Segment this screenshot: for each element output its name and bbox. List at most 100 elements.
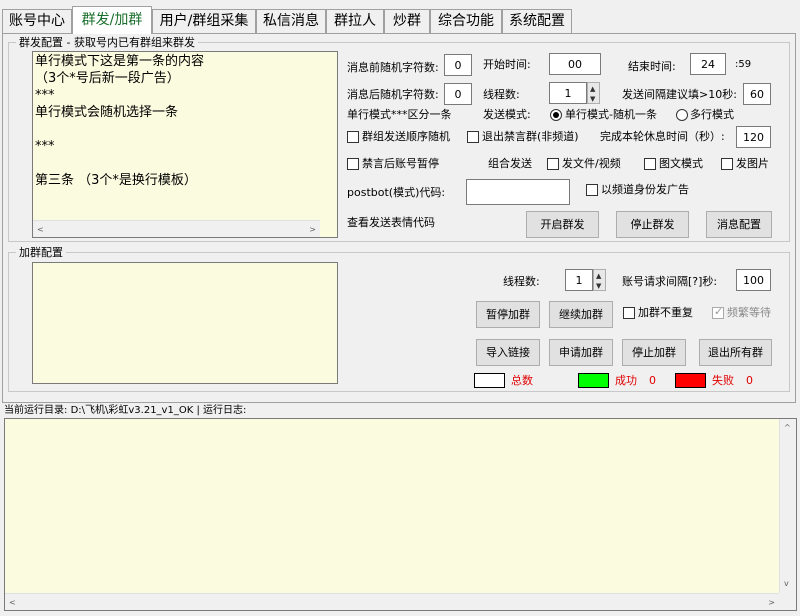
- rest-time-label: 完成本轮休息时间（秒）:: [600, 130, 725, 143]
- no-repeat-label[interactable]: 加群不重复: [638, 306, 693, 320]
- file-video-checkbox[interactable]: [547, 158, 559, 170]
- image-text-checkbox[interactable]: [644, 158, 656, 170]
- no-repeat-checkbox[interactable]: [623, 307, 635, 319]
- file-video-label[interactable]: 发文件/视频: [562, 157, 621, 171]
- scroll-left-icon[interactable]: <: [9, 598, 16, 608]
- channel-identity-checkbox[interactable]: [586, 184, 598, 196]
- scroll-up-icon[interactable]: ^: [784, 423, 791, 433]
- mass-send-content-text: 单行模式下这是第一条的内容 （3个*号后新一段广告） *** 单行模式会随机选择…: [35, 54, 205, 188]
- apply-join-button[interactable]: 申请加群: [549, 339, 613, 366]
- mode-multi-radio[interactable]: [676, 109, 688, 121]
- start-time-label: 开始时间:: [483, 58, 531, 71]
- end-time-suffix: :59: [735, 59, 752, 70]
- tab-mass-send-join[interactable]: 群发/加群: [72, 6, 152, 34]
- mass-send-content-textarea[interactable]: 单行模式下这是第一条的内容 （3个*号后新一段广告） *** 单行模式会随机选择…: [32, 51, 338, 238]
- tab-user-group-collect[interactable]: 用户/群组采集: [152, 9, 256, 33]
- pre-random-input[interactable]: [444, 54, 472, 76]
- mode-multi-label[interactable]: 多行模式: [690, 108, 734, 122]
- join-threads-input[interactable]: [565, 269, 593, 291]
- success-swatch: [578, 373, 609, 388]
- tab-account-center[interactable]: 账号中心: [2, 9, 72, 33]
- total-swatch: [474, 373, 505, 388]
- join-group-group-title: 加群配置: [16, 246, 66, 259]
- join-threads-label: 线程数:: [503, 275, 540, 288]
- tab-pull-members[interactable]: 群拉人: [326, 9, 384, 33]
- scroll-left-icon[interactable]: <: [37, 225, 44, 235]
- combo-send-label: 组合发送: [488, 157, 532, 170]
- import-links-button[interactable]: 导入链接: [476, 339, 540, 366]
- vertical-scrollbar[interactable]: ^ v: [779, 419, 796, 593]
- exit-banned-label[interactable]: 退出禁言群(非频道): [482, 130, 579, 144]
- frequent-wait-label[interactable]: 频繁等待: [727, 306, 771, 320]
- emoji-code-label[interactable]: 查看发送表情代码: [347, 216, 435, 230]
- join-group-content-textarea[interactable]: [32, 262, 338, 384]
- join-threads-spinner[interactable]: ▲ ▼: [593, 269, 606, 291]
- fail-swatch: [675, 373, 706, 388]
- request-interval-input[interactable]: [736, 269, 771, 291]
- image-text-label[interactable]: 图文模式: [659, 157, 703, 171]
- mass-threads-spinner[interactable]: ▲ ▼: [587, 82, 600, 104]
- pre-random-label: 消息前随机字符数:: [347, 61, 439, 74]
- frequent-wait-checkbox[interactable]: [712, 305, 724, 319]
- fail-count: 0: [746, 374, 753, 387]
- postbot-label: postbot(模式)代码:: [347, 186, 446, 199]
- mass-threads-input[interactable]: [549, 82, 587, 104]
- horizontal-scrollbar[interactable]: < >: [5, 593, 779, 610]
- post-random-input[interactable]: [444, 83, 472, 105]
- start-time-input[interactable]: [549, 53, 601, 75]
- send-image-label[interactable]: 发图片: [736, 157, 769, 171]
- post-random-label: 消息后随机字符数:: [347, 88, 439, 101]
- random-order-label[interactable]: 群组发送顺序随机: [362, 130, 450, 144]
- mass-threads-label: 线程数:: [483, 88, 520, 101]
- run-log-label: 运行日志:: [203, 405, 247, 416]
- status-line: 当前运行目录: D:\飞机\彩虹v3.21_v1_OK | 运行日志:: [4, 404, 246, 418]
- mass-send-group-title: 群发配置 - 获取号内已有群组来群发: [16, 36, 198, 49]
- success-label: 成功: [615, 374, 637, 387]
- run-dir-label: 当前运行目录:: [4, 405, 68, 416]
- scroll-right-icon[interactable]: >: [309, 225, 316, 235]
- spin-up-icon[interactable]: ▲: [590, 85, 595, 93]
- spin-down-icon[interactable]: ▼: [596, 282, 601, 290]
- mode-single-label[interactable]: 单行模式-随机一条: [565, 108, 657, 122]
- tab-general-functions[interactable]: 综合功能: [430, 9, 502, 33]
- mode-single-radio[interactable]: [550, 109, 562, 121]
- send-image-checkbox[interactable]: [721, 158, 733, 170]
- tab-system-config[interactable]: 系统配置: [502, 9, 572, 33]
- send-mode-label: 发送模式:: [483, 108, 531, 121]
- success-count: 0: [649, 374, 656, 387]
- send-interval-input[interactable]: [743, 83, 771, 105]
- scroll-right-icon[interactable]: >: [768, 598, 775, 608]
- tab-private-message[interactable]: 私信消息: [256, 9, 326, 33]
- stop-join-button[interactable]: 停止加群: [622, 339, 686, 366]
- spin-up-icon[interactable]: ▲: [596, 272, 601, 280]
- end-time-label: 结束时间:: [628, 60, 676, 73]
- status-separator: |: [196, 405, 200, 416]
- request-interval-label: 账号请求间隔[?]秒:: [622, 275, 718, 288]
- pause-banned-label[interactable]: 禁言后账号暂停: [362, 157, 439, 171]
- scroll-down-icon[interactable]: v: [784, 579, 789, 589]
- rest-time-input[interactable]: [736, 126, 771, 148]
- run-dir-value: D:\飞机\彩虹v3.21_v1_OK: [70, 405, 194, 416]
- random-order-checkbox[interactable]: [347, 131, 359, 143]
- join-group-content-text: [33, 263, 337, 264]
- end-time-input[interactable]: [690, 53, 726, 75]
- message-config-button[interactable]: 消息配置: [706, 211, 772, 238]
- send-interval-label: 发送间隔建议填>10秒:: [622, 88, 737, 101]
- pause-banned-checkbox[interactable]: [347, 158, 359, 170]
- tab-bar: 账号中心 群发/加群 用户/群组采集 私信消息 群拉人 炒群 综合功能 系统配置: [0, 0, 800, 34]
- scroll-corner: [779, 593, 796, 610]
- tab-hype-group[interactable]: 炒群: [384, 9, 430, 33]
- start-mass-send-button[interactable]: 开启群发: [526, 211, 599, 238]
- single-line-hint: 单行模式***区分一条: [347, 108, 452, 121]
- continue-join-button[interactable]: 继续加群: [549, 301, 613, 328]
- total-label: 总数: [511, 374, 533, 387]
- spin-down-icon[interactable]: ▼: [590, 95, 595, 103]
- stop-mass-send-button[interactable]: 停止群发: [616, 211, 689, 238]
- exit-all-groups-button[interactable]: 退出所有群: [699, 339, 772, 366]
- pause-join-button[interactable]: 暂停加群: [476, 301, 540, 328]
- horizontal-scrollbar[interactable]: < >: [33, 220, 320, 237]
- postbot-input[interactable]: [466, 179, 570, 205]
- exit-banned-checkbox[interactable]: [467, 131, 479, 143]
- channel-identity-label[interactable]: 以频道身份发广告: [601, 183, 689, 197]
- run-log-textarea[interactable]: ^ v < >: [4, 418, 797, 611]
